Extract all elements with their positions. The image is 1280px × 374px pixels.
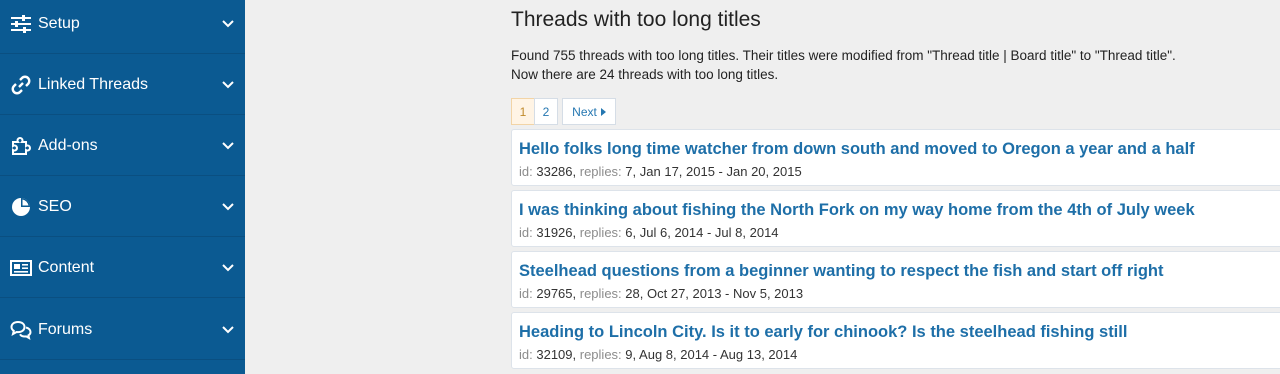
thread-dates: Jan 17, 2015 - Jan 20, 2015 — [639, 164, 802, 179]
sidebar-item-linked-threads[interactable]: Linked Threads — [0, 55, 245, 115]
page-description: Found 755 threads with too long titles. … — [511, 46, 1176, 84]
sidebar-item-seo[interactable]: SEO — [0, 177, 245, 237]
comments-icon — [10, 319, 32, 341]
thread-meta: id: 32109, replies: 9, Aug 8, 2014 - Aug… — [519, 347, 798, 362]
thread-title-link[interactable]: I was thinking about fishing the North F… — [519, 201, 1195, 220]
chevron-down-icon — [221, 261, 235, 275]
thread-id: 29765 — [536, 286, 573, 301]
id-label: id: — [519, 225, 533, 240]
sidebar: Setup Linked Threads Add-ons SEO Content… — [0, 0, 245, 374]
sidebar-item-label: Setup — [38, 14, 80, 32]
caret-right-icon — [600, 105, 606, 119]
thread-dates: Oct 27, 2013 - Nov 5, 2013 — [647, 286, 804, 301]
chevron-down-icon — [221, 200, 235, 214]
thread-replies: 9 — [625, 347, 633, 362]
thread-replies: 6 — [625, 225, 633, 240]
thread-meta: id: 29765, replies: 28, Oct 27, 2013 - N… — [519, 286, 804, 301]
chevron-down-icon — [221, 139, 235, 153]
thread-item: Heading to Lincoln City. Is it to early … — [511, 312, 1280, 369]
sidebar-item-label: SEO — [38, 197, 72, 215]
next-page-button[interactable]: Next — [562, 98, 616, 125]
thread-meta: id: 31926, replies: 6, Jul 6, 2014 - Jul… — [519, 225, 779, 240]
thread-title-link[interactable]: Heading to Lincoln City. Is it to early … — [519, 323, 1127, 342]
replies-label: replies: — [579, 164, 622, 179]
sidebar-item-add-ons[interactable]: Add-ons — [0, 116, 245, 176]
thread-id: 32109 — [536, 347, 573, 362]
puzzle-icon — [10, 135, 32, 157]
sidebar-item-content[interactable]: Content — [0, 238, 245, 298]
sidebar-item-label: Content — [38, 258, 95, 276]
replies-label: replies: — [579, 225, 622, 240]
pagination: 1 2 Next — [511, 98, 616, 125]
description-line: Found 755 threads with too long titles. … — [511, 48, 1176, 63]
thread-replies: 7 — [625, 164, 633, 179]
thread-item: I was thinking about fishing the North F… — [511, 190, 1280, 247]
replies-label: replies: — [579, 347, 622, 362]
chevron-down-icon — [221, 78, 235, 92]
page-2-button[interactable]: 2 — [534, 98, 558, 125]
thread-replies: 28 — [625, 286, 640, 301]
next-label: Next — [572, 104, 597, 119]
page-title: Threads with too long titles — [511, 8, 761, 31]
thread-item: Hello folks long time watcher from down … — [511, 129, 1280, 186]
chevron-down-icon — [221, 17, 235, 31]
sidebar-item-forums[interactable]: Forums — [0, 300, 245, 360]
thread-title-link[interactable]: Hello folks long time watcher from down … — [519, 140, 1195, 159]
thread-meta: id: 33286, replies: 7, Jan 17, 2015 - Ja… — [519, 164, 802, 179]
thread-id: 33286 — [536, 164, 573, 179]
thread-title-link[interactable]: Steelhead questions from a beginner want… — [519, 262, 1164, 281]
sidebar-item-label: Linked Threads — [38, 75, 148, 93]
thread-item: Steelhead questions from a beginner want… — [511, 251, 1280, 308]
link-icon — [10, 74, 32, 96]
sidebar-item-label: Add-ons — [38, 136, 98, 154]
thread-dates: Aug 8, 2014 - Aug 13, 2014 — [639, 347, 798, 362]
sidebar-item-label: Forums — [38, 320, 93, 338]
thread-id: 31926 — [536, 225, 573, 240]
thread-dates: Jul 6, 2014 - Jul 8, 2014 — [639, 225, 779, 240]
replies-label: replies: — [579, 286, 622, 301]
newspaper-icon — [10, 257, 32, 279]
sidebar-item-setup[interactable]: Setup — [0, 0, 245, 54]
pie-chart-icon — [10, 196, 32, 218]
chevron-down-icon — [221, 323, 235, 337]
description-line: Now there are 24 threads with too long t… — [511, 67, 779, 82]
id-label: id: — [519, 286, 533, 301]
id-label: id: — [519, 164, 533, 179]
page-1-button[interactable]: 1 — [511, 98, 535, 125]
sliders-icon — [10, 13, 32, 35]
id-label: id: — [519, 347, 533, 362]
